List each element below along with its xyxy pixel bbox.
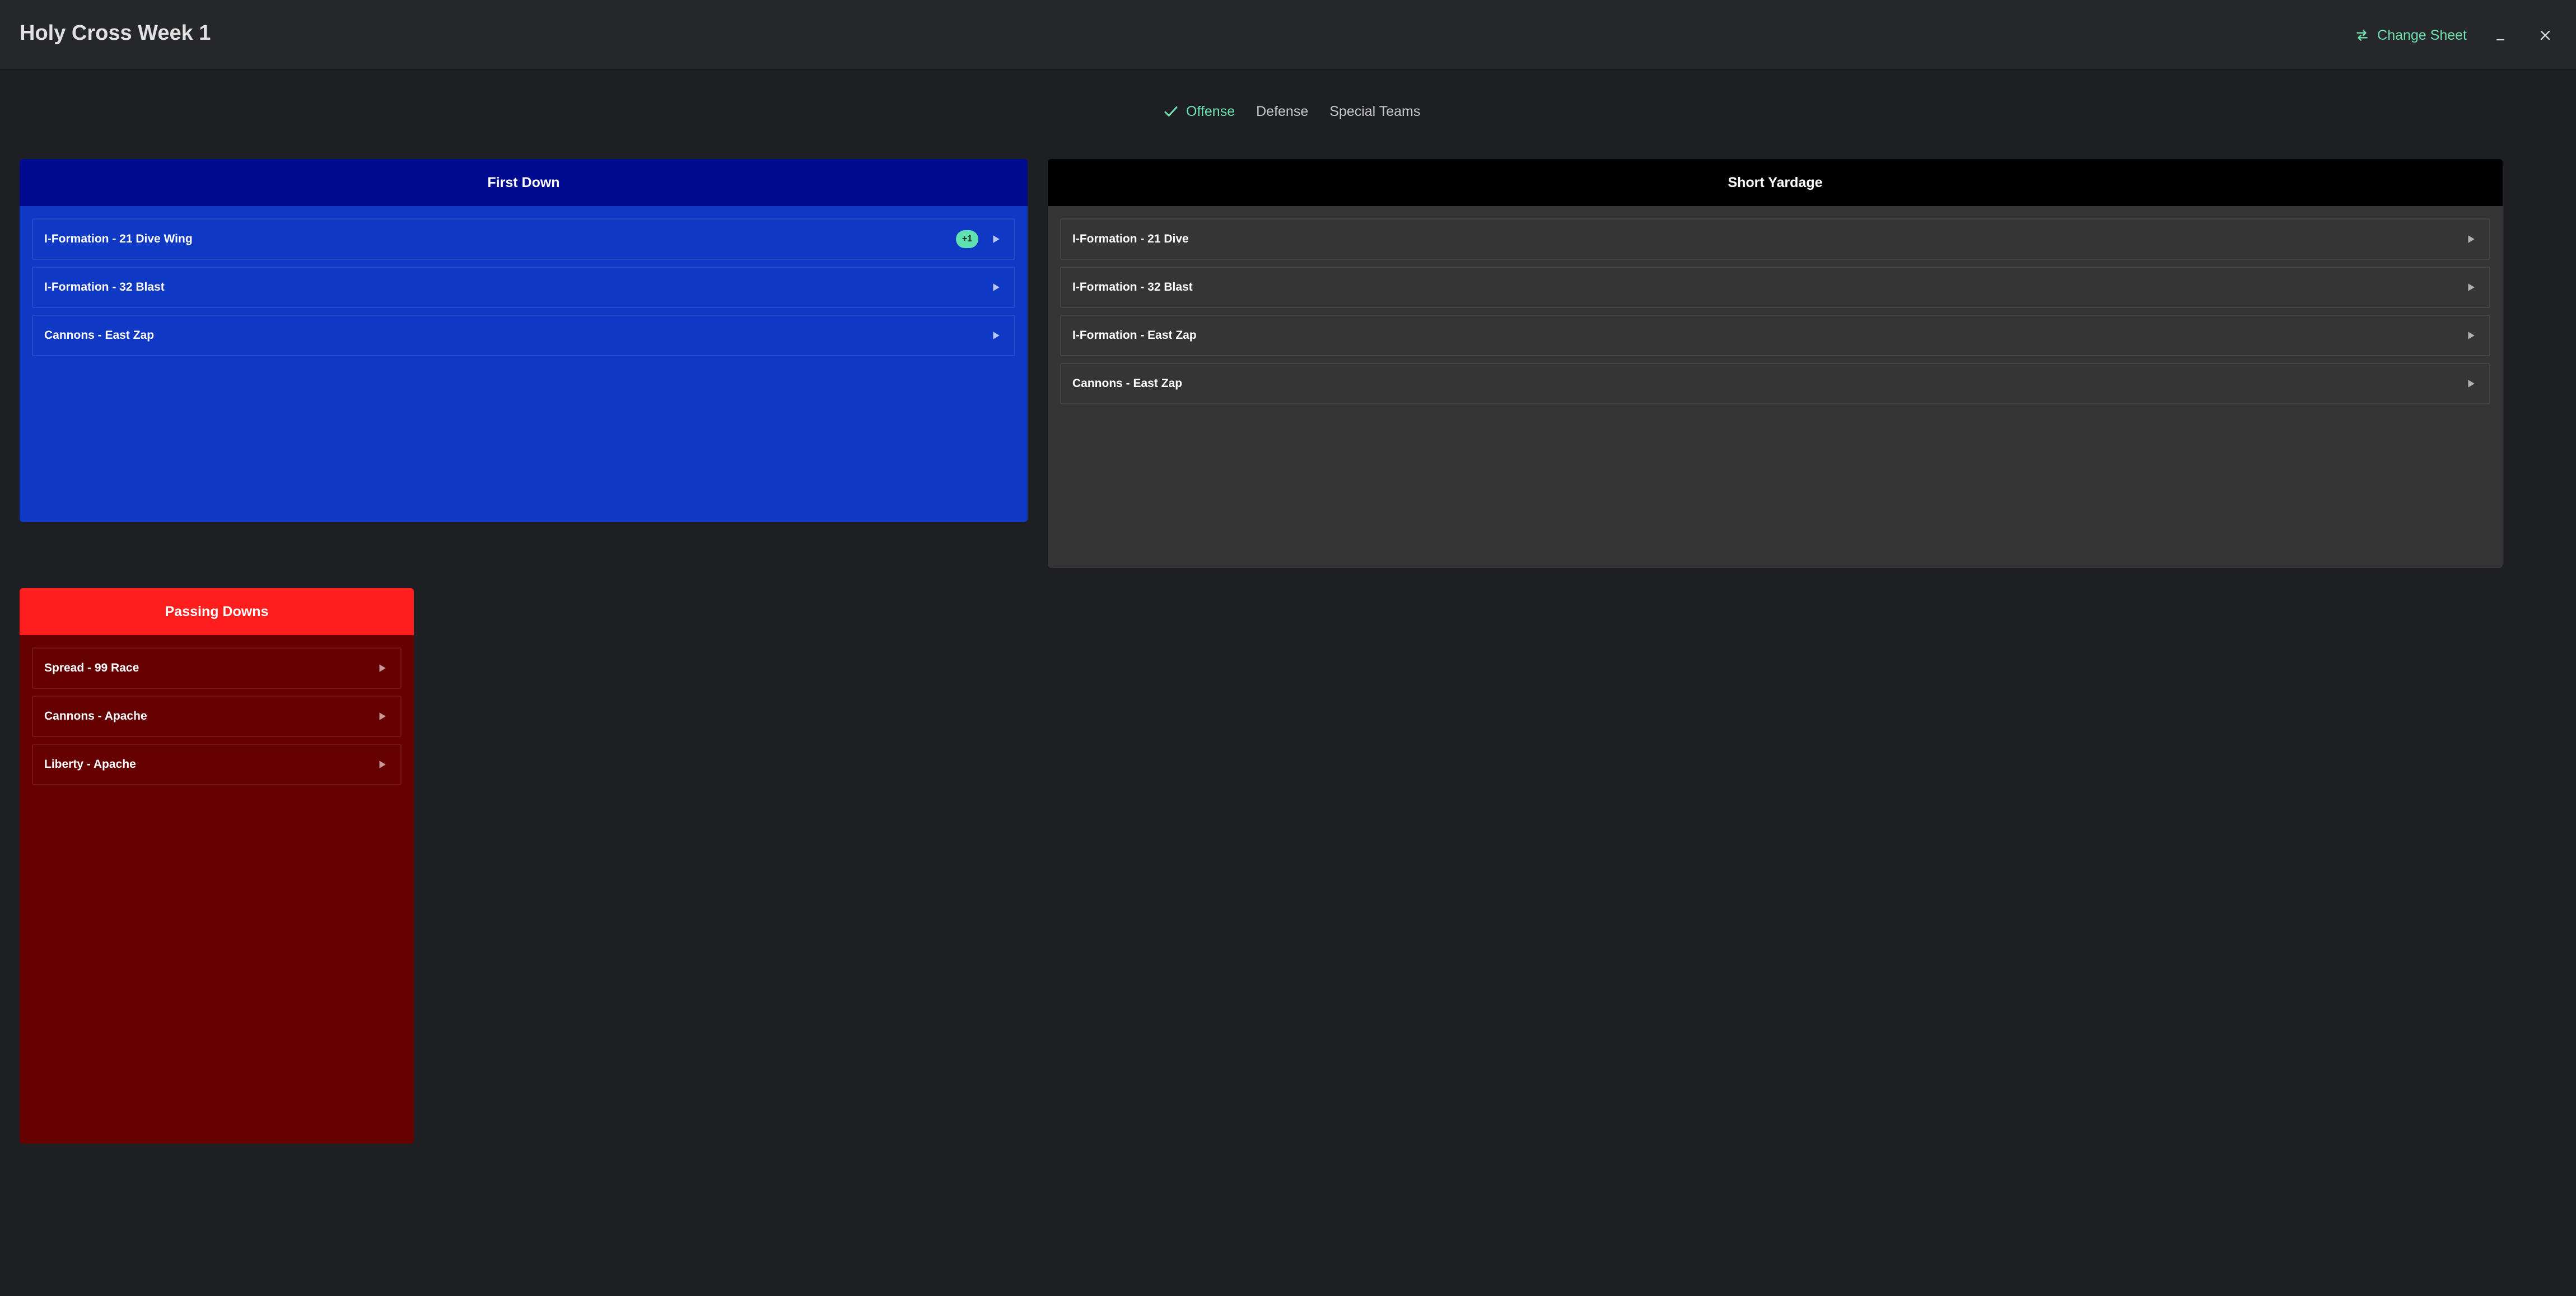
play-list: Spread - 99 Race Cannons - Apache Libert… bbox=[20, 635, 414, 804]
card-title: First Down bbox=[20, 159, 1028, 206]
tab-offense[interactable]: Offense bbox=[1163, 103, 1235, 120]
app-header: Holy Cross Week 1 Change Sheet bbox=[0, 0, 2576, 71]
play-label: I-Formation - 21 Dive bbox=[1072, 232, 1189, 245]
play-label: I-Formation - 32 Blast bbox=[44, 281, 165, 293]
play-triangle-icon bbox=[2468, 283, 2475, 291]
play-count-badge: +1 bbox=[956, 230, 978, 248]
card-passing-downs: Passing Downs Spread - 99 Race Cannons -… bbox=[20, 588, 414, 1144]
minimize-button[interactable] bbox=[2489, 24, 2512, 46]
check-icon bbox=[1164, 106, 1178, 116]
change-sheet-button[interactable]: Change Sheet bbox=[2355, 27, 2467, 44]
play-triangle-icon bbox=[993, 332, 1000, 339]
tab-special-teams[interactable]: Special Teams bbox=[1329, 104, 1420, 120]
play-item[interactable]: Cannons - East Zap bbox=[1060, 363, 2490, 404]
tab-label: Defense bbox=[1256, 103, 1309, 119]
play-list: I-Formation - 21 Dive I-Formation - 32 B… bbox=[1048, 206, 2503, 423]
play-triangle-icon bbox=[2468, 332, 2475, 339]
play-triangle-icon bbox=[993, 283, 1000, 291]
change-sheet-label: Change Sheet bbox=[2377, 27, 2467, 43]
play-label: Cannons - Apache bbox=[44, 710, 147, 722]
play-item[interactable]: Spread - 99 Race bbox=[32, 647, 402, 689]
play-item[interactable]: I-Formation - 32 Blast bbox=[32, 267, 1015, 308]
play-label: Spread - 99 Race bbox=[44, 661, 139, 674]
header-actions: Change Sheet bbox=[2355, 20, 2556, 50]
page-title: Holy Cross Week 1 bbox=[20, 21, 211, 45]
play-triangle-icon bbox=[2468, 235, 2475, 243]
play-triangle-icon bbox=[2468, 380, 2475, 388]
play-label: I-Formation - East Zap bbox=[1072, 329, 1197, 342]
play-item[interactable]: Cannons - East Zap bbox=[32, 315, 1015, 356]
play-item[interactable]: Liberty - Apache bbox=[32, 744, 402, 785]
play-item[interactable]: I-Formation - 32 Blast bbox=[1060, 267, 2490, 308]
play-label: Cannons - East Zap bbox=[44, 329, 155, 342]
play-triangle-icon bbox=[993, 235, 1000, 243]
card-title: Short Yardage bbox=[1048, 159, 2503, 206]
play-item[interactable]: I-Formation - 21 Dive Wing +1 bbox=[32, 218, 1015, 260]
category-tabs: Offense Defense Special Teams bbox=[1163, 100, 1420, 123]
card-first-down: First Down I-Formation - 21 Dive Wing +1… bbox=[20, 159, 1028, 522]
play-triangle-icon bbox=[379, 761, 386, 768]
play-item[interactable]: I-Formation - East Zap bbox=[1060, 315, 2490, 356]
card-title: Passing Downs bbox=[20, 588, 414, 635]
close-button[interactable] bbox=[2534, 24, 2556, 46]
tab-defense[interactable]: Defense bbox=[1256, 104, 1308, 120]
tab-label: Special Teams bbox=[1329, 103, 1421, 119]
play-label: I-Formation - 21 Dive Wing bbox=[44, 232, 193, 245]
play-label: I-Formation - 32 Blast bbox=[1072, 281, 1193, 293]
minimize-icon bbox=[2496, 39, 2504, 41]
close-icon bbox=[2540, 30, 2550, 40]
play-triangle-icon bbox=[379, 664, 386, 672]
play-label: Liberty - Apache bbox=[44, 758, 136, 771]
play-item[interactable]: Cannons - Apache bbox=[32, 696, 402, 737]
tab-label: Offense bbox=[1186, 103, 1235, 119]
play-triangle-icon bbox=[379, 712, 386, 720]
play-list: I-Formation - 21 Dive Wing +1 I-Formatio… bbox=[20, 206, 1028, 375]
play-item[interactable]: I-Formation - 21 Dive bbox=[1060, 218, 2490, 260]
card-short-yardage: Short Yardage I-Formation - 21 Dive I-Fo… bbox=[1048, 159, 2503, 568]
swap-arrows-icon bbox=[2356, 30, 2368, 41]
play-label: Cannons - East Zap bbox=[1072, 377, 1183, 390]
